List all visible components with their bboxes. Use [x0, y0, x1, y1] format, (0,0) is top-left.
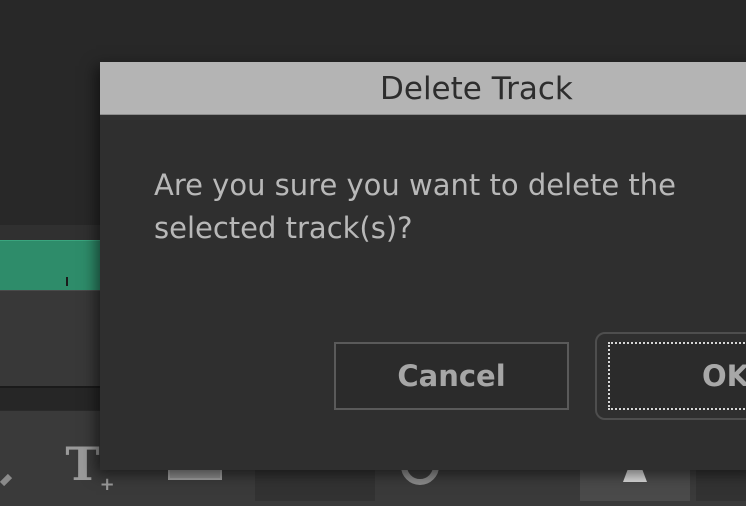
delete-track-dialog: Delete Track Are you sure you want to de… [100, 62, 746, 470]
clip-marker [66, 277, 68, 286]
dialog-titlebar[interactable]: Delete Track [100, 62, 746, 115]
cancel-button[interactable]: Cancel [334, 342, 569, 410]
edit-icon[interactable] [0, 431, 20, 501]
dialog-title: Delete Track [380, 71, 573, 107]
video-editor-window: T+ Delete Track Are you sure you want to… [0, 0, 746, 506]
dialog-message: Are you sure you want to delete the sele… [154, 168, 676, 245]
ok-button[interactable]: OK [608, 342, 746, 410]
